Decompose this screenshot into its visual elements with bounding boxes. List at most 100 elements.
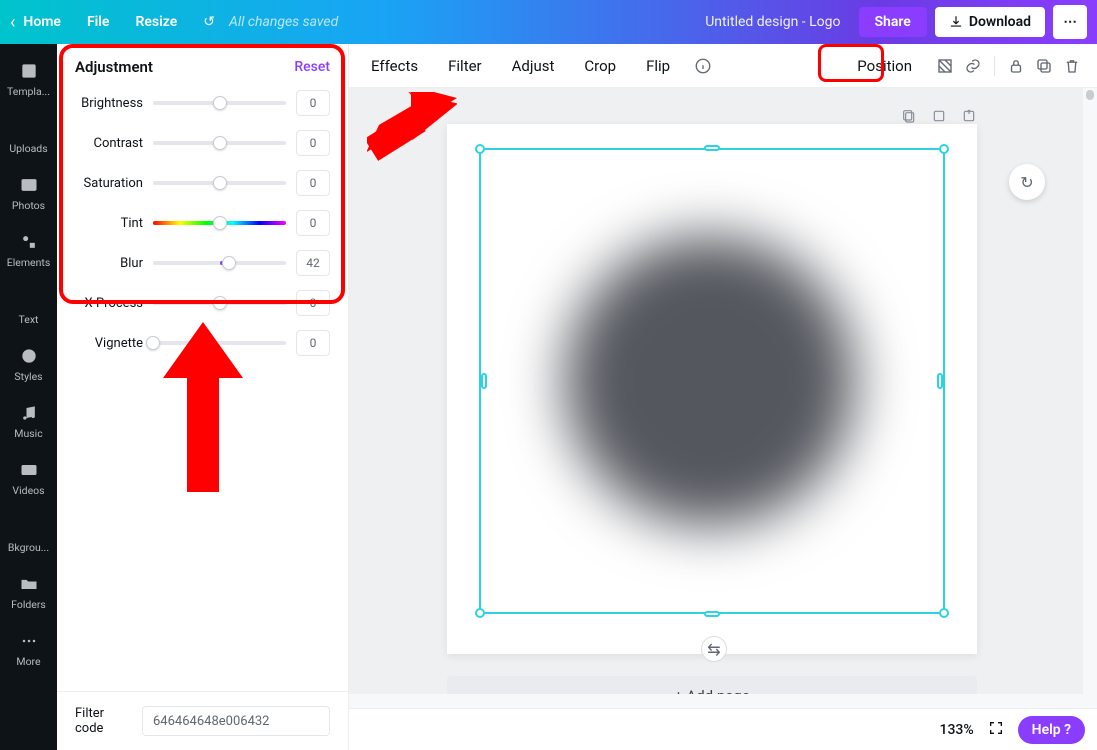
slider-tint: Tint 0 — [75, 210, 330, 236]
slider-thumb[interactable] — [222, 256, 236, 270]
slider-thumb[interactable] — [213, 136, 227, 150]
rail-background[interactable]: Bkgrou... — [0, 506, 57, 563]
tab-adjust[interactable]: Adjust — [506, 54, 561, 78]
rail-uploads[interactable]: Uploads — [0, 107, 57, 164]
rail-videos[interactable]: Videos — [0, 449, 57, 506]
more-button[interactable]: ⋯ — [1053, 5, 1087, 39]
slider-label: Saturation — [75, 176, 143, 191]
slider-x-process: X-Process 0 — [75, 290, 330, 316]
slider-thumb[interactable] — [146, 336, 160, 350]
lock-icon[interactable] — [1007, 57, 1025, 75]
rail-photos[interactable]: Photos — [0, 164, 57, 221]
slider-track[interactable] — [153, 261, 286, 265]
videos-icon — [19, 460, 39, 480]
left-rail: Templa... Uploads Photos Elements Text S… — [0, 44, 57, 750]
undo-icon[interactable]: ↺ — [203, 14, 215, 30]
rail-more[interactable]: More — [0, 620, 57, 677]
text-icon — [19, 289, 39, 309]
adjustment-panel: Adjustment Reset Brightness0Contrast0Sat… — [57, 44, 348, 750]
slider-value[interactable]: 42 — [296, 250, 330, 276]
slider-track[interactable] — [153, 101, 286, 105]
slider-label: Vignette — [75, 336, 143, 351]
slider-value[interactable]: 0 — [296, 130, 330, 156]
slider-value[interactable]: 0 — [296, 170, 330, 196]
rail-elements[interactable]: Elements — [0, 221, 57, 278]
link-icon[interactable] — [964, 57, 982, 75]
trash-icon[interactable] — [1063, 57, 1081, 75]
help-button[interactable]: Help ? — [1018, 716, 1085, 744]
duplicate-icon[interactable] — [1035, 57, 1053, 75]
vertical-scrollbar[interactable] — [1083, 88, 1097, 708]
slider-value[interactable]: 0 — [296, 330, 330, 356]
filter-code-input[interactable] — [142, 706, 330, 736]
slider-thumb[interactable] — [213, 96, 227, 110]
slider-blur: Blur 42 — [75, 250, 330, 276]
slider-thumb[interactable] — [213, 176, 227, 190]
rail-styles[interactable]: Styles — [0, 335, 57, 392]
panel-title: Adjustment — [75, 58, 153, 76]
position-button[interactable]: Position — [851, 54, 918, 78]
download-icon — [949, 15, 963, 29]
resize-nav[interactable]: Resize — [135, 14, 177, 30]
transparency-icon[interactable] — [936, 57, 954, 75]
slider-value[interactable]: 0 — [296, 210, 330, 236]
page-tools — [901, 108, 977, 124]
folders-icon — [19, 574, 39, 594]
slider-saturation: Saturation 0 — [75, 170, 330, 196]
tab-flip[interactable]: Flip — [640, 54, 676, 78]
slider-contrast: Contrast 0 — [75, 130, 330, 156]
styles-icon — [19, 346, 39, 366]
slider-label: Blur — [75, 256, 143, 271]
copy-page-icon[interactable] — [901, 108, 917, 124]
uploads-icon — [19, 118, 39, 138]
back-icon[interactable]: ‹ — [10, 12, 15, 33]
slider-value[interactable]: 0 — [296, 90, 330, 116]
slider-label: Contrast — [75, 136, 143, 151]
slider-track[interactable] — [153, 181, 286, 185]
annotation-arrow-right — [367, 92, 457, 162]
info-icon[interactable] — [694, 57, 712, 75]
save-status: All changes saved — [229, 14, 338, 30]
sync-button[interactable]: ⇆ — [701, 636, 727, 662]
filter-code-label: Filter code — [75, 706, 128, 736]
canvas-wrap: ⇆ ↻ + Add page — [349, 88, 1097, 708]
bottom-bar: 133% Help ? — [349, 708, 1097, 750]
rail-templates[interactable]: Templa... — [0, 50, 57, 107]
music-icon — [19, 403, 39, 423]
slider-thumb[interactable] — [213, 296, 227, 310]
share-page-icon[interactable] — [961, 108, 977, 124]
templates-icon — [19, 61, 39, 81]
tab-crop[interactable]: Crop — [578, 54, 622, 78]
slider-value[interactable]: 0 — [296, 290, 330, 316]
file-nav[interactable]: File — [87, 14, 110, 30]
rail-text[interactable]: Text — [0, 278, 57, 335]
editor-area: Effects Filter Adjust Crop Flip Position — [349, 44, 1097, 750]
context-toolbar: Effects Filter Adjust Crop Flip Position — [349, 44, 1097, 88]
tab-effects[interactable]: Effects — [365, 54, 424, 78]
tab-filter[interactable]: Filter — [442, 54, 488, 78]
slider-label: Tint — [75, 216, 143, 231]
elements-icon — [19, 232, 39, 252]
slider-brightness: Brightness0 — [75, 90, 330, 116]
slider-vignette: Vignette 0 — [75, 330, 330, 356]
slider-track[interactable] — [153, 141, 286, 145]
more-icon — [19, 631, 39, 651]
fullscreen-icon[interactable] — [988, 720, 1004, 740]
download-button[interactable]: Download — [935, 7, 1045, 37]
slider-track[interactable] — [153, 341, 286, 345]
slider-track[interactable] — [153, 301, 286, 305]
reset-button[interactable]: Reset — [294, 59, 330, 75]
home-nav[interactable]: Home — [23, 14, 61, 30]
slider-label: X-Process — [75, 296, 143, 311]
rail-music[interactable]: Music — [0, 392, 57, 449]
selection-box[interactable] — [479, 148, 945, 614]
rail-folders[interactable]: Folders — [0, 563, 57, 620]
refresh-button[interactable]: ↻ — [1009, 164, 1045, 200]
slider-thumb[interactable] — [213, 216, 227, 230]
share-button[interactable]: Share — [859, 7, 927, 37]
slider-track[interactable] — [153, 221, 286, 225]
horizontal-scrollbar[interactable] — [349, 694, 1083, 708]
zoom-level[interactable]: 133% — [939, 722, 973, 738]
duplicate-page-icon[interactable] — [931, 108, 947, 124]
document-title[interactable]: Untitled design - Logo — [705, 14, 840, 30]
